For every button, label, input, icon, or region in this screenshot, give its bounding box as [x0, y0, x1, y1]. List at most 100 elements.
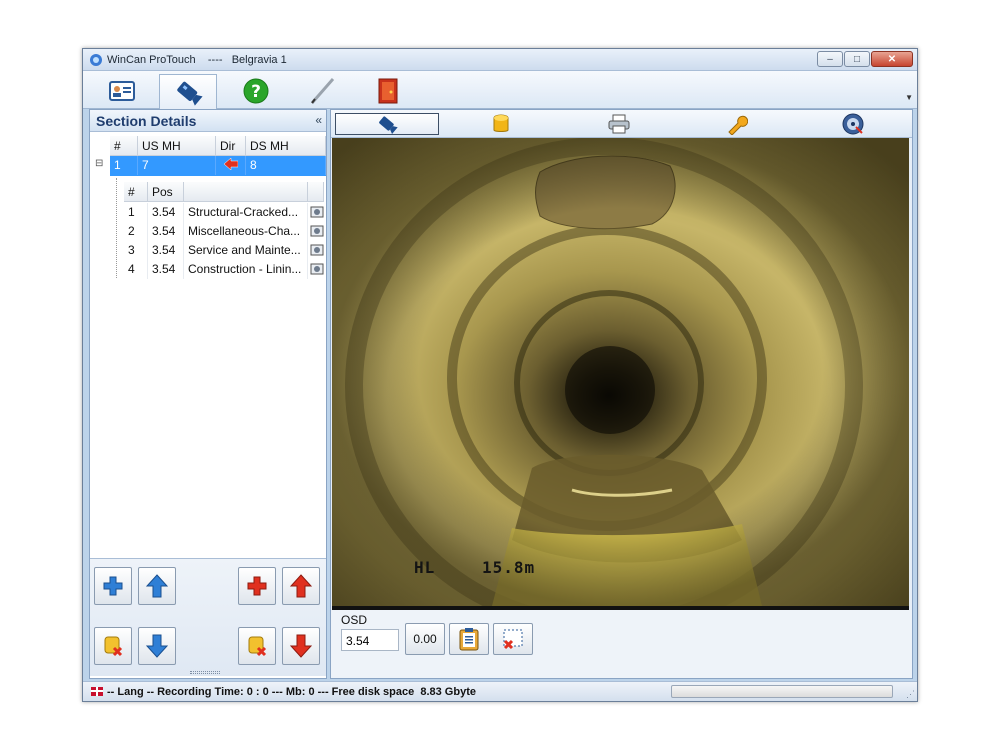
- panel-title: Section Details: [96, 113, 197, 129]
- maximize-button[interactable]: □: [844, 51, 870, 67]
- red-plus-icon: [247, 576, 267, 596]
- tab-export[interactable]: [801, 113, 905, 135]
- obs-num: 4: [124, 260, 148, 279]
- photo-attachment-icon[interactable]: [310, 244, 324, 256]
- obs-description: Miscellaneous-Cha...: [184, 222, 308, 241]
- pen-icon: [310, 77, 335, 104]
- tab-print[interactable]: [567, 113, 671, 135]
- obs-pos: 3.54: [148, 203, 184, 222]
- pipe-camera-image: [332, 138, 909, 606]
- video-feed[interactable]: HL 15.8m: [332, 138, 909, 606]
- app-window: WinCan ProTouch ---- Belgravia 1 – □ ✕ ?…: [82, 48, 918, 702]
- section-row[interactable]: 1 7 8: [110, 156, 326, 176]
- observation-list: 1 3.54 Structural-Cracked... 2 3.54 Misc…: [124, 203, 324, 279]
- obs-col-header-media: [308, 182, 324, 202]
- clear-overlay-icon: [503, 629, 523, 650]
- move-section-up-button[interactable]: [138, 567, 176, 605]
- database-icon: [493, 114, 509, 132]
- panel-resize-grip[interactable]: [190, 671, 220, 674]
- obs-col-header-pos[interactable]: Pos: [148, 182, 184, 202]
- osd-label: OSD: [341, 613, 368, 627]
- col-header-num[interactable]: #: [110, 136, 138, 156]
- section-details-header: Section Details «: [90, 110, 326, 132]
- obs-description: Structural-Cracked...: [184, 203, 308, 222]
- obs-pos: 3.54: [148, 260, 184, 279]
- contacts-card-icon: [109, 80, 135, 101]
- printer-icon: [608, 114, 630, 134]
- section-dir: [216, 156, 246, 175]
- window-controls: – □ ✕: [817, 51, 913, 67]
- delete-observation-icon: [248, 636, 267, 657]
- osd-reset-button[interactable]: 0.00: [405, 623, 445, 655]
- move-observation-down-button[interactable]: [282, 627, 320, 665]
- contacts-button[interactable]: [93, 74, 151, 107]
- move-observation-up-button[interactable]: [282, 567, 320, 605]
- delete-section-button[interactable]: [94, 627, 132, 665]
- osd-controls: OSD 3.54 0.00: [331, 610, 912, 678]
- add-section-button[interactable]: [94, 567, 132, 605]
- status-text: -- Lang -- Recording Time: 0 : 0 --- Mb:…: [107, 686, 476, 698]
- red-up-arrow-icon: [290, 574, 312, 598]
- add-observation-button[interactable]: [238, 567, 276, 605]
- delete-observation-button[interactable]: [238, 627, 276, 665]
- tree-collapse-icon[interactable]: ⊟: [95, 158, 103, 169]
- main-toolbar: ? ▼: [83, 71, 917, 109]
- tab-database[interactable]: [449, 113, 553, 135]
- red-left-arrow-icon: [223, 157, 239, 171]
- obs-pos: 3.54: [148, 222, 184, 241]
- toolbar-overflow-chevron-icon[interactable]: ▼: [905, 93, 913, 102]
- clipboard-icon: [459, 628, 479, 651]
- inspection-panel: HL 15.8m OSD 3.54 0.00: [330, 109, 913, 679]
- col-header-dir[interactable]: Dir: [216, 136, 246, 156]
- video-camera-icon: [177, 81, 203, 106]
- section-us-mh: 7: [138, 156, 216, 175]
- title-bar: WinCan ProTouch ---- Belgravia 1 – □ ✕: [83, 49, 917, 71]
- window-title: WinCan ProTouch ---- Belgravia 1: [107, 54, 287, 66]
- obs-col-header-num[interactable]: #: [124, 182, 148, 202]
- language-flag-icon: [91, 687, 103, 696]
- resize-grip-icon[interactable]: ⋰: [906, 689, 915, 700]
- section-num: 1: [110, 156, 138, 175]
- collapse-panel-icon[interactable]: «: [315, 113, 322, 127]
- col-header-us-mh[interactable]: US MH: [138, 136, 216, 156]
- observation-row[interactable]: 1 3.54 Structural-Cracked...: [124, 203, 324, 222]
- status-bar: -- Lang -- Recording Time: 0 : 0 --- Mb:…: [83, 681, 917, 701]
- disc-export-icon: [842, 113, 864, 135]
- obs-num: 2: [124, 222, 148, 241]
- wincan-app-icon: [90, 54, 102, 66]
- tab-settings[interactable]: [685, 113, 789, 135]
- photo-attachment-icon[interactable]: [310, 225, 324, 237]
- inspection-tabs: [331, 110, 912, 138]
- wrench-icon: [728, 115, 748, 135]
- obs-num: 1: [124, 203, 148, 222]
- status-progress-bar: [671, 685, 893, 698]
- photo-attachment-icon[interactable]: [310, 206, 324, 218]
- red-down-arrow-icon: [290, 634, 312, 658]
- obs-pos: 3.54: [148, 241, 184, 260]
- photo-attachment-icon[interactable]: [310, 263, 324, 275]
- edit-button[interactable]: [293, 74, 351, 107]
- obs-col-header-description[interactable]: [184, 182, 308, 202]
- blue-plus-icon: [103, 576, 123, 596]
- blue-up-arrow-icon: [146, 574, 168, 598]
- blue-down-arrow-icon: [146, 634, 168, 658]
- tab-video[interactable]: [335, 113, 439, 135]
- section-action-buttons: [90, 558, 326, 676]
- observation-row[interactable]: 4 3.54 Construction - Linin...: [124, 260, 324, 279]
- help-button[interactable]: ?: [227, 74, 285, 107]
- observation-row[interactable]: 3 3.54 Service and Mainte...: [124, 241, 324, 260]
- observation-list-button[interactable]: [449, 623, 489, 655]
- exit-button[interactable]: [359, 74, 417, 107]
- minimize-button[interactable]: –: [817, 51, 843, 67]
- inspection-tab-button[interactable]: [159, 74, 217, 109]
- video-overlay-distance: 15.8m: [482, 558, 536, 577]
- close-button[interactable]: ✕: [871, 51, 913, 67]
- sections-grid: # US MH Dir DS MH ⊟ 1 7 8 # Pos 1 3.54 S…: [90, 134, 326, 279]
- col-header-ds-mh[interactable]: DS MH: [246, 136, 326, 156]
- tree-connector: [116, 178, 117, 278]
- osd-position-field[interactable]: 3.54: [341, 629, 399, 651]
- help-icon: ?: [243, 78, 269, 103]
- observation-row[interactable]: 2 3.54 Miscellaneous-Cha...: [124, 222, 324, 241]
- clear-overlay-button[interactable]: [493, 623, 533, 655]
- move-section-down-button[interactable]: [138, 627, 176, 665]
